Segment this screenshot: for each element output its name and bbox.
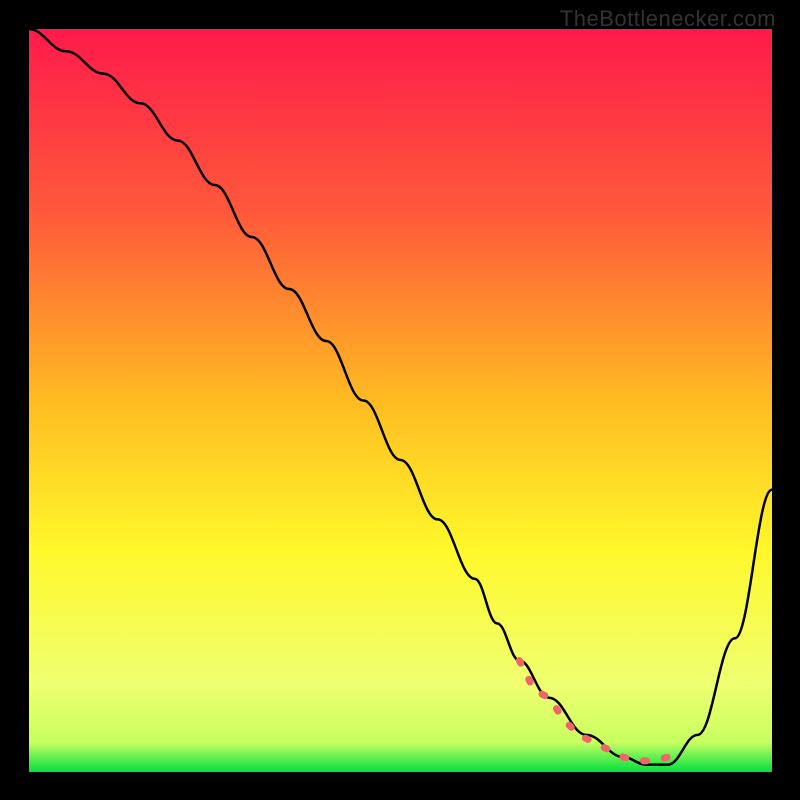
optimal-range-marker — [519, 661, 668, 761]
bottleneck-curve — [29, 29, 772, 765]
chart-container: TheBottlenecker.com — [0, 0, 800, 800]
watermark-text: TheBottlenecker.com — [560, 6, 776, 32]
plot-area — [29, 29, 772, 772]
chart-svg — [29, 29, 772, 772]
